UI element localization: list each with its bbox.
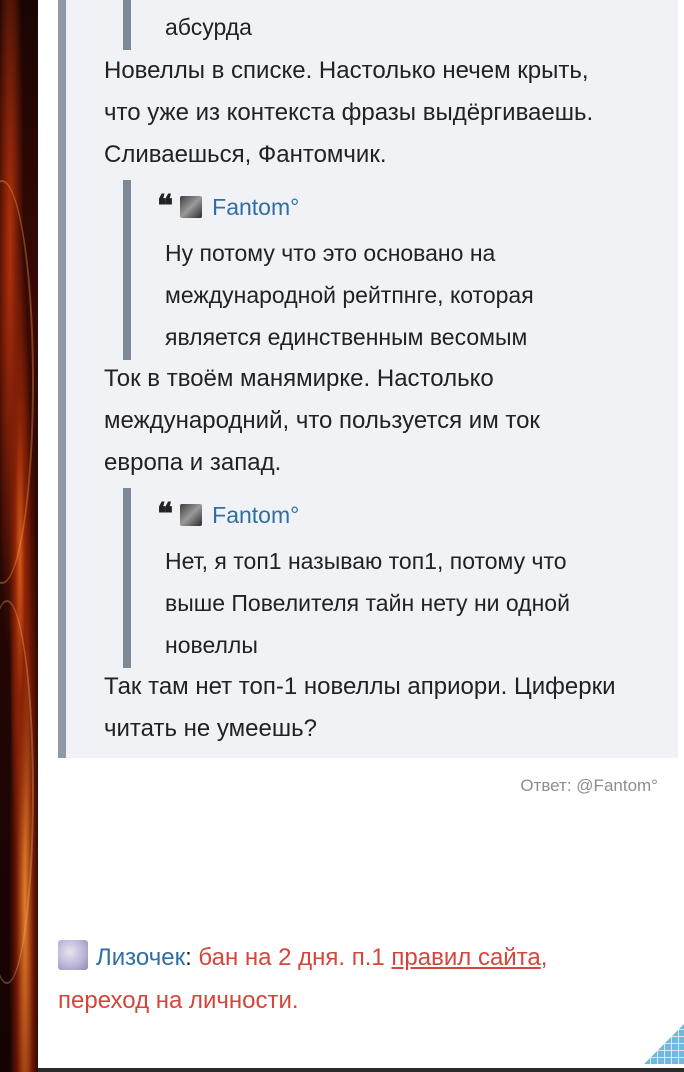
quote-text: Ну потому что это основано на международ… [165,232,675,358]
text-line: Нет, я топ1 называю топ1, потому что [165,548,567,574]
site-rules-link[interactable]: правил сайта [391,944,540,971]
nested-quote-2: ❝ Fantom° Ну потому что это основано на … [123,180,684,360]
text-line: Сливаешься, Фантомчик. [104,141,387,168]
text-line: европа и запад. [104,449,282,476]
page-background-art [0,0,38,1072]
moderation-text: , [540,944,548,971]
user-avatar[interactable] [180,504,203,526]
moderator-avatar[interactable] [58,940,88,970]
nested-quote-1: абсурда [123,0,684,50]
text-line: международной рейтпнге, которая [165,282,534,308]
text-line: международний, что пользуется им ток [104,407,540,434]
comment-paragraph-3: Так там нет топ-1 новеллы априори. Цифер… [104,666,664,750]
card-bottom-border [38,1068,684,1072]
text-line: Ну потому что это основано на [165,240,496,266]
quote-mark-icon: ❝ [157,497,173,532]
quote-text: Нет, я топ1 называю топ1, потому что выш… [165,540,675,666]
quote-author-link[interactable]: Fantom° [212,194,299,221]
moderation-text-line2: переход на личности. [58,987,299,1014]
quote-mark-icon: ❝ [157,189,173,224]
corner-decoration [644,1024,684,1064]
reply-to-user-link[interactable]: @Fantom° [576,776,658,795]
text-line: выше Повелителя тайн нету ни одной [165,590,570,616]
quote-author-link[interactable]: Fantom° [212,502,299,529]
text-line: Так там нет топ-1 новеллы априори. Цифер… [104,673,616,700]
moderator-note: Лизочек: бан на 2 дня. п.1 правил сайта,… [58,936,658,1022]
comment-card: абсурда Новеллы в списке. Настолько нече… [38,0,684,1068]
text-line: Ток в твоём манямирке. Настолько [104,365,494,392]
quote-header: ❝ Fantom° [157,494,299,536]
reply-label: Ответ: [520,776,572,795]
moderation-text: бан на 2 дня. п.1 [191,944,392,971]
comment-paragraph-2: Ток в твоём манямирке. Настолько междуна… [104,358,664,484]
separator: : [185,944,192,971]
text-line: Новеллы в списке. Настолько нечем крыть, [104,57,589,84]
text-line: что уже из контекста фразы выдёргиваешь. [104,99,594,126]
text-line: новеллы [165,632,258,658]
quote-text: абсурда [165,14,252,40]
text-line: является единственным весомым [165,324,528,350]
text-line: читать не умеешь? [104,715,317,742]
quote-header: ❝ Fantom° [157,186,299,228]
reply-to-line: Ответ: @Fantom° [520,776,658,796]
comment-paragraph-1: Новеллы в списке. Настолько нечем крыть,… [104,50,664,176]
comment-quote-block: абсурда Новеллы в списке. Настолько нече… [58,0,678,758]
user-avatar[interactable] [180,196,203,218]
moderator-name-link[interactable]: Лизочек [96,944,185,971]
nested-quote-3: ❝ Fantom° Нет, я топ1 называю топ1, пото… [123,488,684,668]
